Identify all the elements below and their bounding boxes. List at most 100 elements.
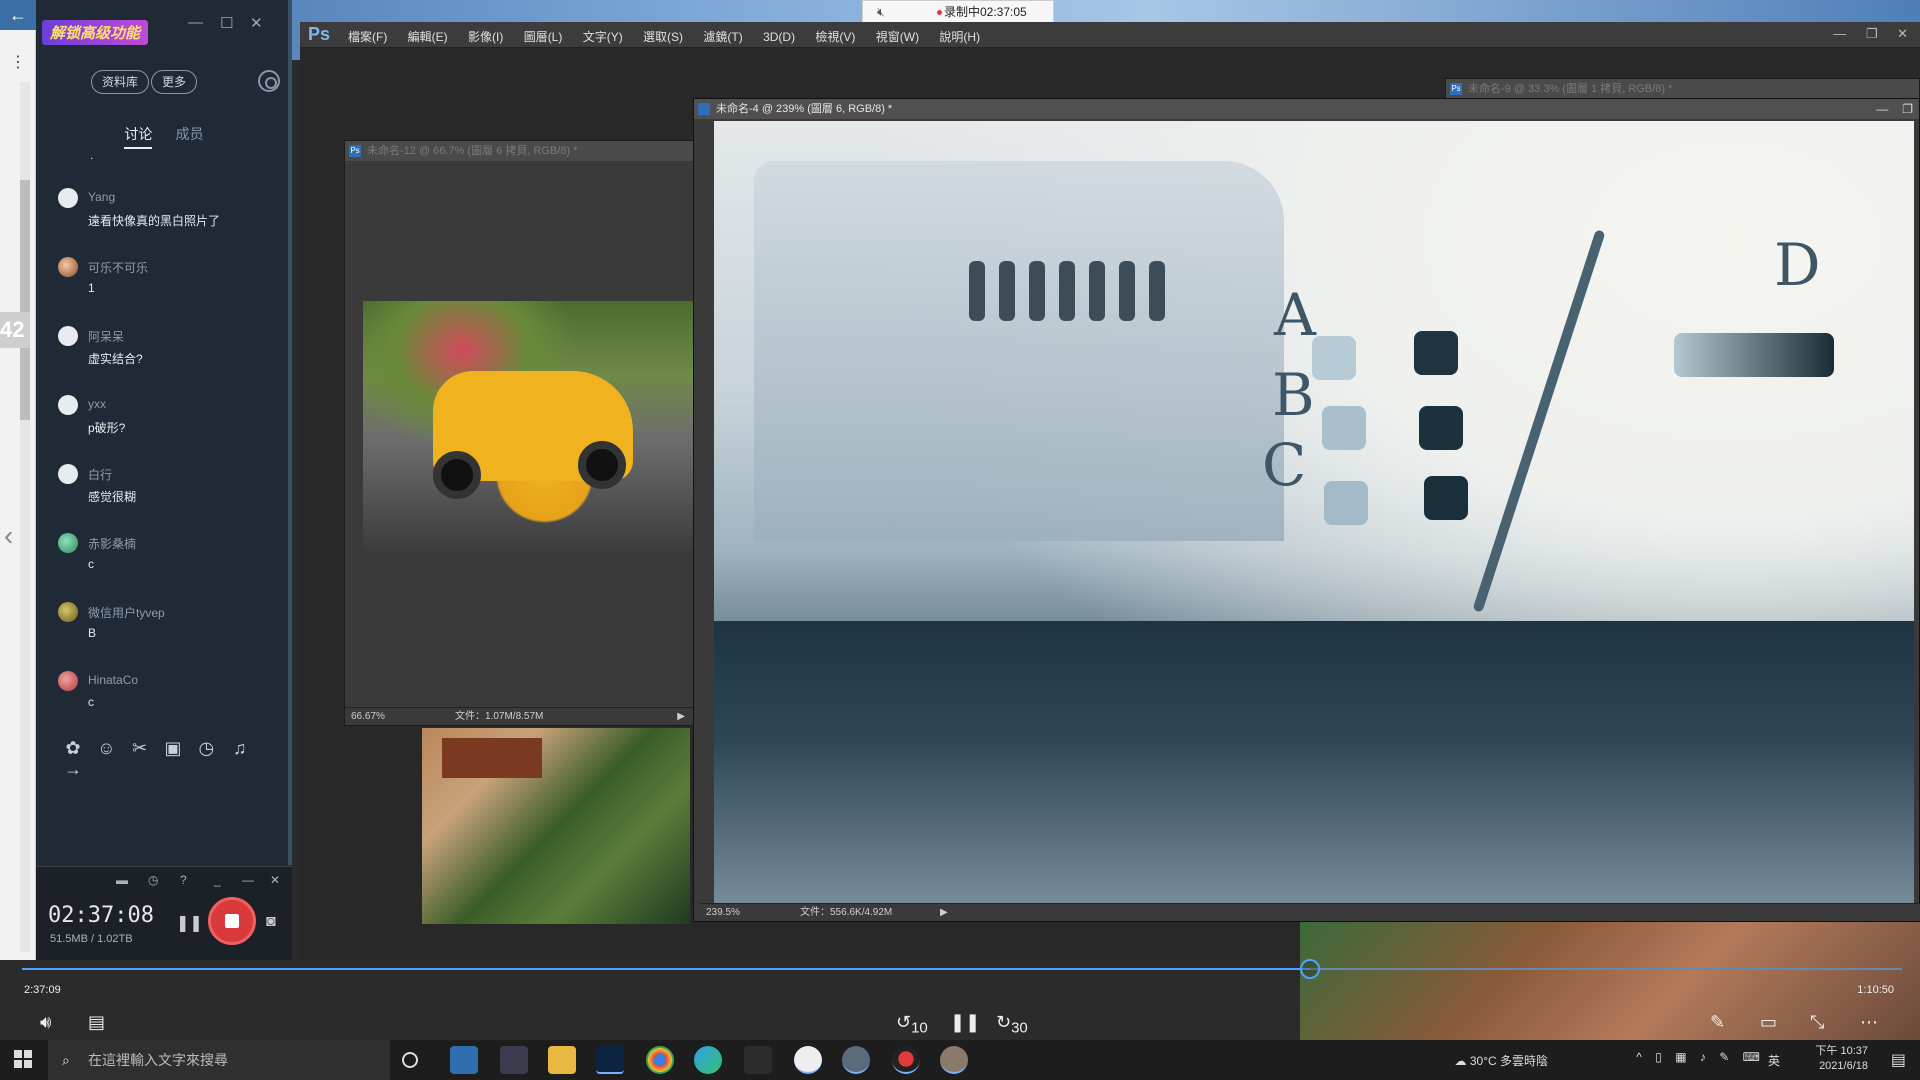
chevron-up-icon[interactable]: ^ bbox=[1636, 1050, 1642, 1064]
menu-layer[interactable]: 圖層(L) bbox=[524, 30, 563, 44]
minimize-icon[interactable]: — bbox=[1876, 102, 1888, 116]
close-icon[interactable]: ✕ bbox=[1897, 26, 1908, 41]
taskbar-search-box[interactable]: ⌕ 在這裡輸入文字來搜尋 bbox=[48, 1040, 390, 1080]
close-icon[interactable]: ✕ bbox=[270, 873, 280, 887]
maximize-icon[interactable]: ☐ bbox=[220, 14, 233, 32]
zoom-level[interactable]: 239.5% bbox=[706, 904, 740, 922]
document-title[interactable]: Ps 未命名-12 @ 66.7% (圖層 6 拷貝, RGB/8) * bbox=[345, 141, 693, 161]
watercolor-painting-canvas[interactable]: A B C D bbox=[714, 121, 1914, 903]
close-icon[interactable]: ✕ bbox=[250, 14, 263, 32]
speaker-muted-icon[interactable]: 🔇︎ bbox=[877, 1, 885, 23]
settings-icon[interactable] bbox=[258, 70, 280, 92]
bell-icon[interactable]: ♫ bbox=[225, 738, 255, 759]
input-method-indicator[interactable]: 英 bbox=[1768, 1052, 1780, 1069]
status-menu-arrow-icon[interactable]: ▶ bbox=[940, 904, 948, 922]
folder-icon[interactable]: ▬ bbox=[116, 873, 128, 887]
menu-help[interactable]: 說明(H) bbox=[939, 30, 980, 44]
zoom-level[interactable]: 66.67% bbox=[351, 708, 385, 726]
battery-icon[interactable]: ▯ bbox=[1655, 1050, 1662, 1064]
menu-edit[interactable]: 編輯(E) bbox=[408, 30, 448, 44]
status-menu-arrow-icon[interactable]: ▶ bbox=[677, 708, 685, 726]
restore-icon[interactable]: ❐ bbox=[1902, 102, 1913, 116]
history-icon[interactable]: ◷ bbox=[148, 873, 158, 887]
more-button[interactable]: 更多 bbox=[151, 70, 198, 94]
file-size-info[interactable]: 文件：556.6K/4.92M bbox=[800, 904, 892, 922]
painted-letter: B bbox=[1272, 361, 1315, 429]
weather-widget[interactable]: ☁ 30°C 多雲時陰 bbox=[1455, 1052, 1549, 1069]
file-explorer-icon[interactable] bbox=[548, 1046, 576, 1074]
record-dot-icon bbox=[937, 10, 942, 16]
document-title[interactable]: 未命名-4 @ 239% (圖層 6, RGB/8) * — ❐ bbox=[694, 99, 1919, 119]
menu-view[interactable]: 檢視(V) bbox=[815, 30, 855, 44]
menu-file[interactable]: 檔案(F) bbox=[348, 30, 387, 44]
menu-type[interactable]: 文字(Y) bbox=[583, 30, 623, 44]
meeting-app-icon[interactable] bbox=[794, 1046, 822, 1074]
message-text: 1 bbox=[88, 281, 95, 295]
more-options-icon[interactable]: ⋯ bbox=[1860, 1012, 1878, 1033]
recording-indicator[interactable]: 🔇︎ 录制中02:37:05 bbox=[862, 0, 1054, 24]
stylus-app-icon[interactable] bbox=[744, 1046, 772, 1074]
document-window-12[interactable]: Ps 未命名-12 @ 66.7% (圖層 6 拷貝, RGB/8) * 66.6… bbox=[344, 140, 694, 726]
browser-app-icon[interactable] bbox=[842, 1046, 870, 1074]
notification-icon[interactable]: ▤ bbox=[1891, 1050, 1906, 1070]
file-size-info[interactable]: 文件：1.07M/8.57M bbox=[455, 708, 543, 726]
network-icon[interactable]: ▦ bbox=[1675, 1050, 1686, 1064]
message-item: 可乐不可乐 1 bbox=[36, 253, 292, 322]
keyboard-icon[interactable]: ⌨ bbox=[1743, 1050, 1760, 1064]
library-button[interactable]: 资料库 bbox=[91, 70, 150, 94]
volume-icon[interactable]: ♪ bbox=[1700, 1050, 1706, 1064]
minimize-icon[interactable]: — bbox=[1833, 26, 1846, 41]
store-app-icon[interactable] bbox=[500, 1046, 528, 1074]
seek-handle[interactable] bbox=[1300, 959, 1320, 979]
document-title[interactable]: Ps 未命名-9 @ 33.3% (圖層 1 拷貝, RGB/8) * bbox=[1446, 79, 1919, 99]
chrome-app-icon[interactable] bbox=[646, 1046, 674, 1074]
menu-filter[interactable]: 濾鏡(T) bbox=[703, 30, 742, 44]
help-icon[interactable]: ? bbox=[180, 873, 187, 887]
more-vertical-icon[interactable]: ⋮ bbox=[10, 52, 26, 72]
unlock-premium-banner[interactable]: 解锁高级功能 bbox=[42, 20, 149, 45]
edge-app-icon[interactable] bbox=[694, 1046, 722, 1074]
minimize-icon[interactable]: — bbox=[188, 14, 203, 31]
avatar bbox=[58, 395, 78, 415]
exit-fullscreen-icon[interactable]: ⤡ bbox=[1810, 1012, 1824, 1033]
recorder-app-icon[interactable] bbox=[892, 1046, 920, 1074]
collapse-icon[interactable]: _ bbox=[214, 873, 221, 887]
skip-forward-icon[interactable]: ↻30 bbox=[996, 1012, 1028, 1037]
picture-in-picture-icon[interactable]: ▭ bbox=[1760, 1012, 1777, 1033]
chat-app-icon[interactable] bbox=[940, 1046, 968, 1074]
arrow-right-icon[interactable]: → bbox=[58, 759, 88, 780]
pen-icon[interactable]: ✎ bbox=[1710, 1012, 1725, 1033]
scissors-icon[interactable]: ✂ bbox=[125, 738, 155, 759]
image-icon[interactable]: ▣ bbox=[158, 738, 188, 759]
document-window-4[interactable]: 未命名-4 @ 239% (圖層 6, RGB/8) * — ❐ A B C D bbox=[693, 98, 1920, 922]
pause-icon[interactable]: ❚❚ bbox=[950, 1012, 980, 1033]
restore-icon[interactable]: ❐ bbox=[1866, 26, 1878, 41]
menu-select[interactable]: 選取(S) bbox=[643, 30, 683, 44]
current-time: 2:37:09 bbox=[24, 984, 61, 996]
minimize-icon[interactable]: — bbox=[242, 873, 254, 887]
clock-icon[interactable]: ◷ bbox=[191, 738, 221, 759]
mail-app-icon[interactable] bbox=[450, 1046, 478, 1074]
scrollbar-thumb[interactable] bbox=[20, 180, 30, 420]
menu-3d[interactable]: 3D(D) bbox=[763, 30, 795, 44]
dark-swatch bbox=[1414, 331, 1458, 375]
menu-image[interactable]: 影像(I) bbox=[468, 30, 503, 44]
message-text: p破形? bbox=[88, 421, 126, 435]
pen-tray-icon[interactable]: ✎ bbox=[1719, 1050, 1729, 1064]
back-arrow-icon[interactable]: ← bbox=[0, 0, 36, 30]
emoji-icon[interactable]: ☺ bbox=[91, 738, 121, 759]
document-window-9[interactable]: Ps 未命名-9 @ 33.3% (圖層 1 拷貝, RGB/8) * bbox=[1445, 78, 1920, 100]
menu-window[interactable]: 視窗(W) bbox=[876, 30, 919, 44]
chevron-left-icon[interactable]: ‹ bbox=[4, 520, 13, 552]
subtitles-icon[interactable]: ▤ bbox=[88, 1012, 105, 1033]
tab-discussion[interactable]: 讨论 bbox=[124, 124, 153, 149]
windows-start-icon[interactable] bbox=[14, 1050, 32, 1068]
cortana-icon[interactable] bbox=[402, 1052, 418, 1068]
skip-back-icon[interactable]: ↺10 bbox=[896, 1012, 928, 1037]
photoshop-app-icon[interactable] bbox=[596, 1046, 624, 1074]
volume-icon[interactable]: 🔊︎ bbox=[40, 1012, 51, 1033]
message-item: 白行 感觉很糊 bbox=[36, 460, 292, 529]
plugin-icon[interactable]: ✿ bbox=[58, 738, 88, 759]
system-clock[interactable]: 下午 10:37 2021/6/18 bbox=[1815, 1044, 1868, 1074]
tab-members[interactable]: 成员 bbox=[176, 124, 204, 147]
